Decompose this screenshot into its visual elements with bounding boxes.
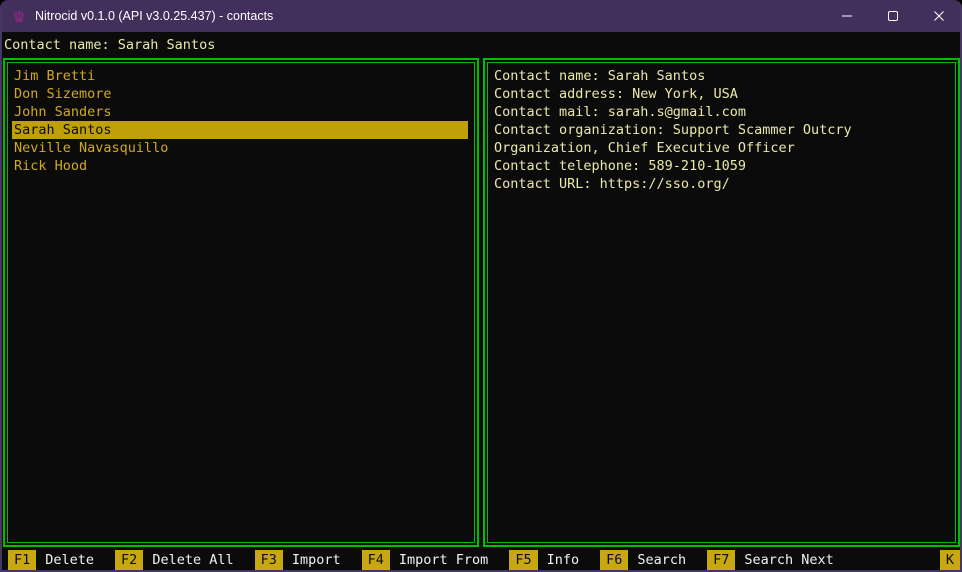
f4-key-badge[interactable]: F4 xyxy=(362,550,390,570)
nitrocid-logo-icon xyxy=(10,7,28,25)
status-bar: F1 Delete F2 Delete All F3 Import F4 Imp… xyxy=(0,550,960,570)
f1-key-label: Delete xyxy=(45,552,94,568)
contact-detail-line: Organization, Chief Executive Officer xyxy=(492,139,952,157)
selected-contact-header: Contact name: Sarah Santos xyxy=(0,32,962,58)
minimize-icon xyxy=(841,10,853,22)
f4-key-label: Import From xyxy=(399,552,488,568)
contact-detail-line: Contact telephone: 589-210-1059 xyxy=(492,157,952,175)
contact-list-item[interactable]: Rick Hood xyxy=(12,157,471,175)
fkey-f7-search-next[interactable]: F7 Search Next xyxy=(707,550,834,570)
f7-key-badge[interactable]: F7 xyxy=(707,550,735,570)
fkey-f5-info[interactable]: F5 Info xyxy=(509,550,579,570)
contact-list-item[interactable]: John Sanders xyxy=(12,103,471,121)
contact-list-item[interactable]: Jim Bretti xyxy=(12,67,471,85)
f6-key-label: Search xyxy=(637,552,686,568)
contact-list-item[interactable]: Neville Navasquillo xyxy=(12,139,471,157)
title-bar: Nitrocid v0.1.0 (API v3.0.25.437) - cont… xyxy=(0,0,962,32)
contact-details: Contact name: Sarah Santos Contact addre… xyxy=(487,62,956,543)
contact-details-panel: Contact name: Sarah Santos Contact addre… xyxy=(483,58,960,547)
window-title: Nitrocid v0.1.0 (API v3.0.25.437) - cont… xyxy=(35,9,273,23)
keybindings-key-badge[interactable]: K xyxy=(940,550,960,570)
maximize-button[interactable] xyxy=(870,0,916,32)
contacts-list-panel: Jim Bretti Don Sizemore John Sanders Sar… xyxy=(3,58,479,547)
f6-key-badge[interactable]: F6 xyxy=(600,550,628,570)
app-window: Nitrocid v0.1.0 (API v3.0.25.437) - cont… xyxy=(0,0,962,572)
f1-key-badge[interactable]: F1 xyxy=(8,550,36,570)
f3-key-label: Import xyxy=(292,552,341,568)
contact-list-item-selected[interactable]: Sarah Santos xyxy=(12,121,468,139)
f3-key-badge[interactable]: F3 xyxy=(255,550,283,570)
fkey-f6-search[interactable]: F6 Search xyxy=(600,550,686,570)
contact-detail-line: Contact address: New York, USA xyxy=(492,85,952,103)
contacts-list: Jim Bretti Don Sizemore John Sanders Sar… xyxy=(7,62,475,543)
f5-key-label: Info xyxy=(547,552,580,568)
minimize-button[interactable] xyxy=(824,0,870,32)
f7-key-label: Search Next xyxy=(744,552,833,568)
fkey-f1-delete[interactable]: F1 Delete xyxy=(8,550,94,570)
contact-detail-line: Contact name: Sarah Santos xyxy=(492,67,952,85)
close-button[interactable] xyxy=(916,0,962,32)
close-icon xyxy=(933,10,945,22)
f5-key-badge[interactable]: F5 xyxy=(509,550,537,570)
f2-key-label: Delete All xyxy=(152,552,233,568)
contact-list-item[interactable]: Don Sizemore xyxy=(12,85,471,103)
f2-key-badge[interactable]: F2 xyxy=(115,550,143,570)
maximize-icon xyxy=(887,10,899,22)
contact-detail-line: Contact URL: https://sso.org/ xyxy=(492,175,952,193)
contact-detail-line: Contact mail: sarah.s@gmail.com xyxy=(492,103,952,121)
fkey-f3-import[interactable]: F3 Import xyxy=(255,550,341,570)
fkey-f2-delete-all[interactable]: F2 Delete All xyxy=(115,550,234,570)
fkey-f4-import-from[interactable]: F4 Import From xyxy=(362,550,489,570)
window-controls xyxy=(824,0,962,32)
contact-detail-line: Contact organization: Support Scammer Ou… xyxy=(492,121,952,139)
